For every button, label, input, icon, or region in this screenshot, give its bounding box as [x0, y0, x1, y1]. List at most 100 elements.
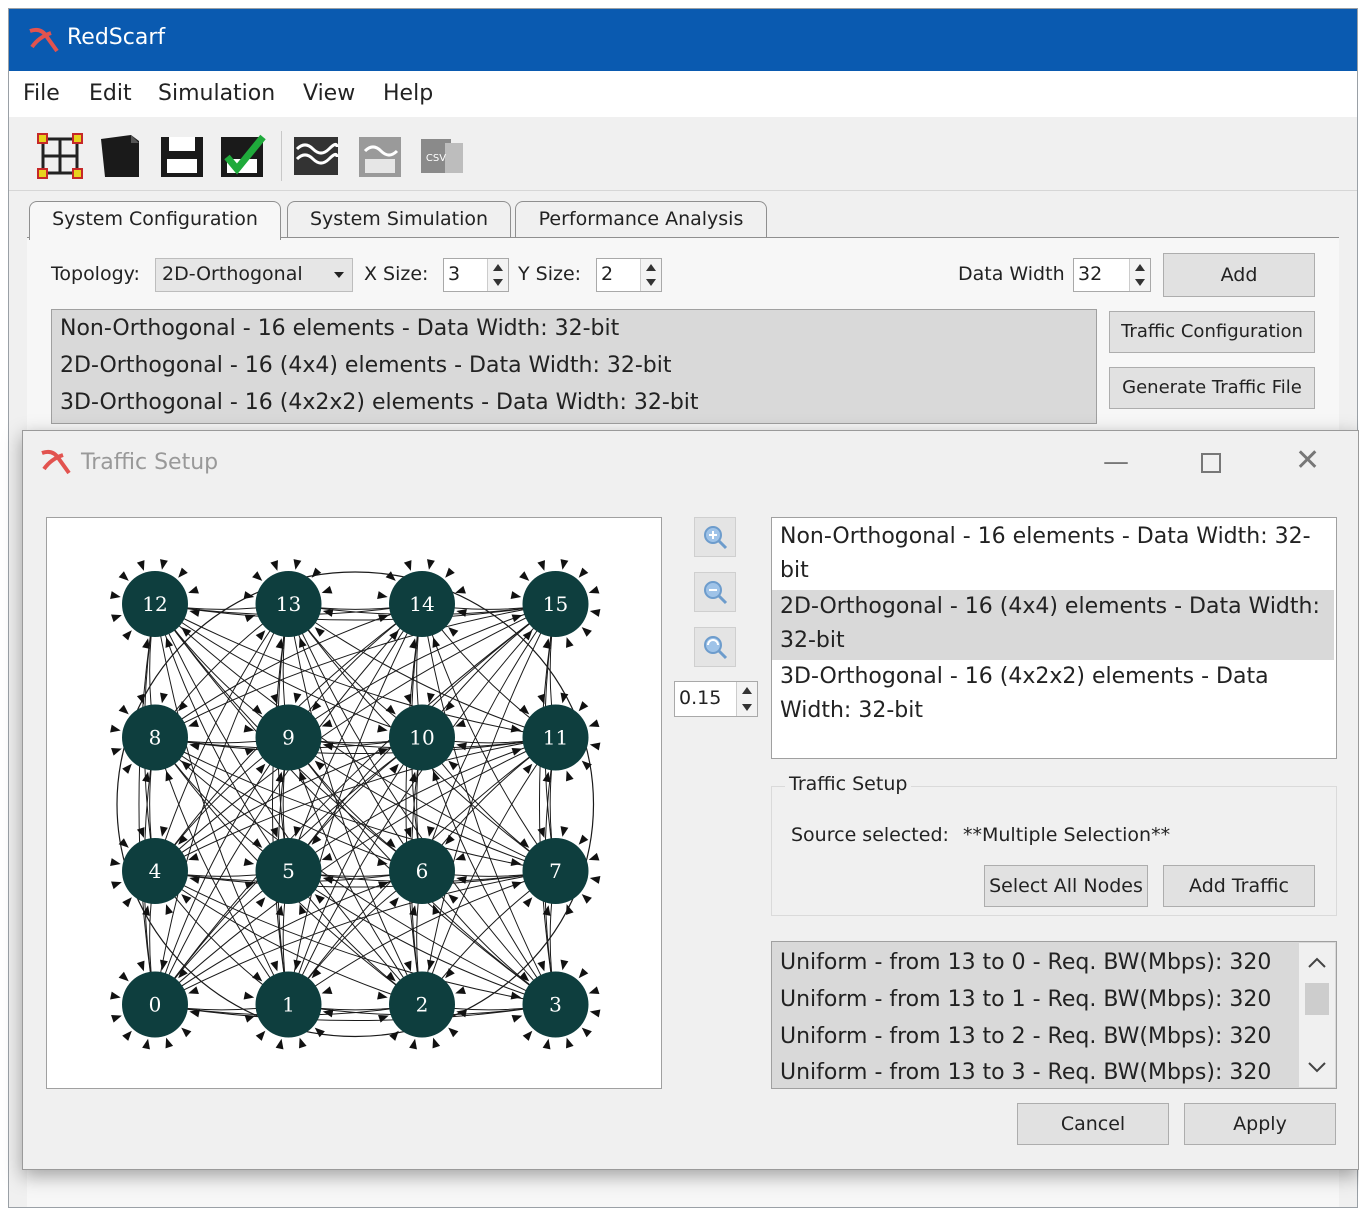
- data-width-spinbox[interactable]: 32: [1073, 258, 1151, 292]
- graph-node-9[interactable]: 9: [243, 692, 334, 783]
- arrowhead: [314, 894, 325, 904]
- tab-system-simulation[interactable]: System Simulation: [287, 201, 511, 238]
- graph-node-4[interactable]: 4: [110, 826, 200, 916]
- list-item[interactable]: Uniform - from 13 to 0 - Req. BW(Mbps): …: [780, 950, 1271, 975]
- arrowhead: [165, 1037, 174, 1049]
- arrowhead: [427, 692, 435, 704]
- spin-arrows-icon[interactable]: [640, 259, 661, 291]
- menu-file[interactable]: File: [23, 81, 60, 106]
- list-item[interactable]: 2D-Orthogonal - 16 (4x4) elements - Data…: [60, 353, 672, 378]
- x-size-spinbox[interactable]: 3: [443, 258, 509, 292]
- arrowhead: [275, 1038, 284, 1050]
- tab-system-configuration[interactable]: System Configuration: [29, 201, 281, 240]
- arrowhead: [160, 692, 168, 704]
- menu-edit[interactable]: Edit: [89, 81, 132, 106]
- arrowhead: [589, 1009, 601, 1018]
- dialog-system-list[interactable]: Non-Orthogonal - 16 elements - Data Widt…: [771, 517, 1337, 759]
- arrowhead: [293, 692, 302, 704]
- spin-arrows-icon[interactable]: [1129, 259, 1150, 291]
- topology-select[interactable]: 2D-Orthogonal: [155, 258, 353, 292]
- export-icon[interactable]: [355, 131, 405, 181]
- x-size-label: X Size:: [364, 263, 429, 285]
- generate-traffic-file-button[interactable]: Generate Traffic File: [1109, 367, 1315, 409]
- save-checked-icon[interactable]: [217, 131, 267, 181]
- graph-node-13[interactable]: 13: [243, 559, 334, 649]
- arrowhead: [389, 1030, 399, 1041]
- select-all-nodes-button[interactable]: Select All Nodes: [984, 865, 1148, 907]
- graph-node-15[interactable]: 15: [510, 559, 601, 649]
- arrowhead: [189, 876, 200, 884]
- tab-performance-analysis[interactable]: Performance Analysis: [515, 201, 767, 238]
- zoom-factor-spinbox[interactable]: 0.15: [674, 681, 758, 717]
- menu-simulation[interactable]: Simulation: [158, 81, 275, 106]
- spin-arrows-icon[interactable]: [736, 682, 757, 716]
- node-label: 10: [409, 726, 434, 750]
- node-label: 0: [149, 993, 162, 1017]
- arrowhead: [542, 1038, 551, 1050]
- arrowhead: [314, 627, 325, 637]
- list-item-selected[interactable]: 2D-Orthogonal - 16 (4x4) elements - Data…: [772, 590, 1334, 660]
- arrowhead: [409, 638, 417, 649]
- arrowhead: [118, 571, 129, 581]
- graph-node-8[interactable]: 8: [110, 692, 200, 783]
- csv-export-icon[interactable]: CSV: [417, 131, 467, 181]
- maximize-icon[interactable]: [1201, 453, 1221, 473]
- arrowhead: [522, 897, 533, 908]
- network-topology-icon[interactable]: [35, 131, 85, 181]
- traffic-setup-legend: Traffic Setup: [785, 773, 912, 795]
- arrowhead: [255, 897, 266, 908]
- network-graph[interactable]: 12 13 14 15 8 9 10 11 4 5 6 7 0 1 2 3: [47, 518, 661, 1088]
- x-size-value: 3: [448, 263, 461, 285]
- arrowhead: [321, 986, 333, 994]
- new-document-icon[interactable]: [95, 131, 145, 181]
- zoom-in-button[interactable]: [694, 517, 736, 557]
- list-item[interactable]: 3D-Orthogonal - 16 (4x2x2) elements - Da…: [60, 390, 699, 415]
- list-item[interactable]: Uniform - from 13 to 2 - Req. BW(Mbps): …: [780, 1024, 1271, 1049]
- list-item[interactable]: Uniform - from 13 to 3 - Req. BW(Mbps): …: [780, 1060, 1271, 1085]
- list-item[interactable]: Non-Orthogonal - 16 elements - Data Widt…: [60, 316, 619, 341]
- save-icon[interactable]: [157, 131, 207, 181]
- apply-button[interactable]: Apply: [1184, 1103, 1336, 1145]
- arrowhead: [581, 1027, 592, 1038]
- cancel-button[interactable]: Cancel: [1017, 1103, 1169, 1145]
- arrowhead: [448, 894, 459, 904]
- arrowhead: [581, 894, 592, 904]
- zoom-reset-button[interactable]: [694, 627, 736, 667]
- arrowhead: [122, 630, 132, 641]
- graph-node-5[interactable]: 5: [243, 826, 334, 916]
- traffic-list-scrollbar[interactable]: [1299, 943, 1335, 1087]
- list-item[interactable]: Non-Orthogonal - 16 elements - Data Widt…: [772, 520, 1334, 590]
- y-size-spinbox[interactable]: 2: [596, 258, 662, 292]
- graph-edge: [154, 870, 556, 1005]
- add-traffic-button[interactable]: Add Traffic: [1163, 865, 1315, 907]
- graph-node-10[interactable]: 10: [377, 692, 467, 783]
- graph-node-3[interactable]: 3: [510, 959, 601, 1050]
- close-icon[interactable]: ✕: [1295, 443, 1320, 478]
- spin-arrows-icon[interactable]: [487, 259, 508, 291]
- network-graph-view[interactable]: 12 13 14 15 8 9 10 11 4 5 6 7 0 1 2 3: [46, 517, 662, 1089]
- graph-node-6[interactable]: 6: [377, 826, 467, 916]
- arrowhead: [255, 763, 266, 774]
- import-icon[interactable]: [291, 131, 341, 181]
- add-button[interactable]: Add: [1163, 253, 1315, 297]
- graph-node-1[interactable]: 1: [243, 959, 334, 1050]
- minimize-icon[interactable]: —: [1103, 447, 1129, 477]
- traffic-list[interactable]: Uniform - from 13 to 0 - Req. BW(Mbps): …: [771, 941, 1337, 1089]
- node-label: 3: [549, 993, 562, 1017]
- graph-node-11[interactable]: 11: [510, 692, 601, 783]
- graph-node-2[interactable]: 2: [377, 959, 467, 1050]
- graph-node-7[interactable]: 7: [510, 826, 601, 916]
- graph-node-14[interactable]: 14: [377, 559, 467, 649]
- menu-help[interactable]: Help: [383, 81, 433, 106]
- menu-view[interactable]: View: [303, 81, 355, 106]
- list-item[interactable]: Uniform - from 13 to 1 - Req. BW(Mbps): …: [780, 987, 1271, 1012]
- graph-node-0[interactable]: 0: [110, 959, 200, 1050]
- scrollbar-arrows-icon[interactable]: [1299, 943, 1335, 1087]
- y-size-value: 2: [601, 263, 614, 285]
- system-list[interactable]: Non-Orthogonal - 16 elements - Data Widt…: [51, 309, 1097, 424]
- graph-node-12[interactable]: 12: [110, 559, 200, 649]
- traffic-configuration-button[interactable]: Traffic Configuration: [1109, 311, 1315, 353]
- zoom-out-button[interactable]: [694, 572, 736, 612]
- arrowhead: [448, 1027, 459, 1038]
- list-item[interactable]: 3D-Orthogonal - 16 (4x2x2) elements - Da…: [772, 660, 1334, 730]
